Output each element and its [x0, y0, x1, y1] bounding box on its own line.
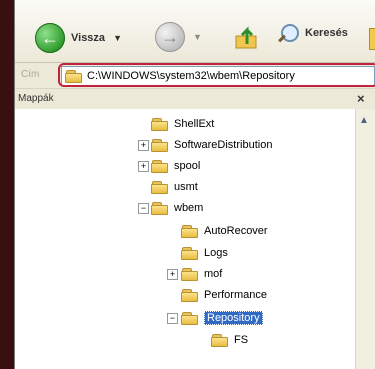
folder-icon: [181, 288, 199, 302]
tree-item-repository[interactable]: Repository: [181, 309, 263, 327]
scroll-up-icon[interactable]: ▲: [359, 115, 369, 126]
search-button-label: Keresés: [305, 27, 348, 39]
tree-item-autorecover[interactable]: AutoRecover: [181, 222, 268, 240]
tree-item-logs[interactable]: Logs: [181, 244, 228, 262]
tree-item-label: usmt: [174, 181, 198, 193]
tree-item-label: mof: [204, 268, 223, 280]
tree-item-usmt[interactable]: usmt: [151, 178, 198, 196]
search-button[interactable]: Keresés: [277, 22, 348, 44]
back-dropdown-icon[interactable]: ▼: [113, 33, 122, 43]
folder-icon: [181, 246, 199, 260]
tree-item-label: ShellExt: [174, 118, 215, 130]
collapse-toggle[interactable]: −: [167, 313, 178, 324]
tree-item-mof[interactable]: mof: [181, 265, 222, 283]
back-button-label: Vissza: [71, 32, 106, 44]
tree-scrollbar[interactable]: ▲: [355, 109, 375, 369]
explorer-window: ← Vissza ▼ → ▼ Keresés Cím C:\WINDOWS\sy…: [14, 0, 375, 369]
folder-icon: [211, 333, 229, 347]
folder-icon: [151, 117, 169, 131]
up-folder-button[interactable]: [233, 22, 263, 52]
folder-icon: [151, 138, 169, 152]
folder-open-icon: [151, 201, 169, 215]
collapse-toggle[interactable]: −: [138, 203, 149, 214]
address-highlight-annotation: [58, 63, 375, 87]
address-bar: Cím C:\WINDOWS\system32\wbem\Repository: [15, 63, 375, 87]
tree-item-label: SoftwareDistribution: [174, 139, 273, 151]
back-arrow-icon: ←: [35, 23, 65, 53]
folder-icon: [181, 224, 199, 238]
folder-icon: [151, 180, 169, 194]
folders-button[interactable]: [369, 28, 375, 50]
forward-arrow-icon: →: [155, 22, 185, 52]
folders-pane-title: Mappák: [18, 93, 54, 104]
folder-open-icon: [181, 311, 199, 325]
tree-item-shellext[interactable]: ShellExt: [151, 115, 214, 133]
tree-item-label: AutoRecover: [204, 225, 268, 237]
expand-toggle[interactable]: +: [167, 269, 178, 280]
close-pane-icon[interactable]: ×: [357, 91, 365, 106]
tree-item-label: wbem: [174, 202, 204, 214]
tree-item-label-selected: Repository: [204, 311, 263, 325]
tree-item-label: Performance: [204, 289, 267, 301]
tree-item-softwaredistribution[interactable]: SoftwareDistribution: [151, 136, 272, 154]
folder-tree: ShellExt + SoftwareDistribution + spool …: [15, 109, 355, 369]
tree-item-label: FS: [234, 334, 249, 346]
tree-item-label: spool: [174, 160, 201, 172]
forward-button[interactable]: → ▼: [155, 22, 202, 52]
up-folder-icon: [235, 26, 257, 49]
tree-item-performance[interactable]: Performance: [181, 286, 267, 304]
search-icon: [277, 22, 299, 44]
toolbar: ← Vissza ▼ → ▼ Keresés: [15, 0, 375, 63]
expand-toggle[interactable]: +: [138, 140, 149, 151]
forward-dropdown-icon[interactable]: ▼: [193, 32, 202, 42]
folder-icon: [181, 267, 199, 281]
address-label: Cím: [21, 69, 40, 80]
back-button[interactable]: ← Vissza ▼: [35, 22, 122, 54]
folders-pane-header: Mappák ×: [15, 88, 375, 109]
tree-item-wbem[interactable]: wbem: [151, 199, 203, 217]
tree-item-label: Logs: [204, 247, 228, 259]
folder-icon: [151, 159, 169, 173]
tree-item-spool[interactable]: spool: [151, 157, 200, 175]
expand-toggle[interactable]: +: [138, 161, 149, 172]
tree-item-fs[interactable]: FS: [211, 331, 248, 349]
